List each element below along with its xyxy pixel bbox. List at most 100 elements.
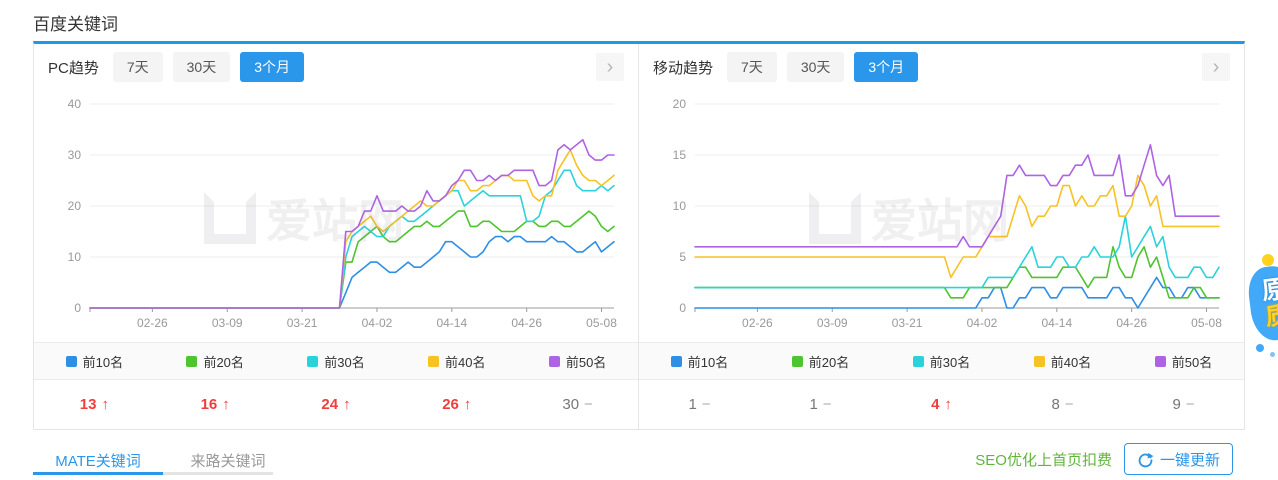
trend-dash-icon: − [1065,396,1074,413]
svg-text:0: 0 [74,301,81,315]
pc-trend-chart: 爱站网 01020304002-2603-0903-2104-0204-1404… [34,90,638,342]
mobile-next-button[interactable]: › [1202,53,1230,81]
trend-arrow-icon: ↑ [464,396,472,413]
svg-text:03-09: 03-09 [212,316,243,330]
mobile-top20-count: 1− [760,396,881,413]
baidu-keyword-panel: PC趋势 7天 30天 3个月 › 爱站网 01020304002-2603-0… [33,41,1245,430]
mobile-top40-count: 8− [1002,396,1123,413]
pc-legend-row: 前10名 前20名 前30名 前40名 前50名 [34,342,638,380]
trend-arrow-icon: ↑ [222,396,230,413]
svg-text:04-26: 04-26 [511,316,542,330]
pc-top30-count: 24↑ [276,396,397,413]
top30-color-swatch [307,356,318,367]
mobile-legend-row: 前10名 前20名 前30名 前40名 前50名 [639,342,1244,380]
chevron-right-icon: › [1213,56,1220,79]
top30-color-swatch [913,356,924,367]
pc-trend-header: PC趋势 7天 30天 3个月 › [34,44,638,90]
pc-legend-top20[interactable]: 前20名 [155,352,276,371]
footer-tab-underline [33,472,273,475]
pc-tab-3months[interactable]: 3个月 [240,52,304,82]
pc-top10-count: 13↑ [34,396,155,413]
pc-trend-label: PC趋势 [48,57,99,78]
svg-text:05-08: 05-08 [586,316,617,330]
mobile-legend-top20[interactable]: 前20名 [760,352,881,371]
sticker-dot [1262,254,1274,266]
svg-text:02-26: 02-26 [137,316,168,330]
top40-color-swatch [428,356,439,367]
trend-arrow-icon: ↑ [101,396,109,413]
trend-arrow-icon: ↑ [944,396,952,413]
mobile-trend-header: 移动趋势 7天 30天 3个月 › [639,44,1244,90]
sticker-blob: 原 质 [1246,263,1278,343]
pc-top50-count: 30− [517,396,638,413]
page-title: 百度关键词 [33,10,118,35]
pc-top40-count: 26↑ [396,396,517,413]
pc-legend-top10[interactable]: 前10名 [34,352,155,371]
svg-text:20: 20 [673,97,687,111]
top50-color-swatch [1155,356,1166,367]
trend-dash-icon: − [1186,396,1195,413]
svg-text:30: 30 [68,148,82,162]
svg-text:15: 15 [673,148,687,162]
svg-text:04-02: 04-02 [362,316,393,330]
pc-tab-30days[interactable]: 30天 [173,52,231,82]
promo-sticker[interactable]: 原 质 [1246,252,1278,360]
one-click-update-button[interactable]: 一键更新 [1124,443,1233,475]
svg-text:0: 0 [679,301,686,315]
top50-color-swatch [549,356,560,367]
pc-line-chart-svg: 0 10 20 30 40 02-26 03-09 03-21 04-02 04-14 04-26 0… [34,90,630,342]
mobile-legend-top50[interactable]: 前50名 [1123,352,1244,371]
svg-text:05-08: 05-08 [1191,316,1222,330]
pc-values-row: 13↑ 16↑ 24↑ 26↑ 30− [34,380,638,429]
pc-legend-top40[interactable]: 前40名 [396,352,517,371]
mobile-line-chart-svg: 0510152002-2603-0903-2104-0204-1404-2605… [639,90,1235,342]
svg-text:10: 10 [68,250,82,264]
tab-track [163,472,273,475]
svg-text:40: 40 [68,97,82,111]
trend-dash-icon: − [823,396,832,413]
pc-legend-top50[interactable]: 前50名 [517,352,638,371]
trend-dash-icon: − [584,396,593,413]
pc-tab-7days[interactable]: 7天 [113,52,163,82]
sticker-dot [1270,352,1275,357]
chevron-right-icon: › [607,56,614,79]
active-tab-indicator [33,472,163,475]
mobile-trend-section: 移动趋势 7天 30天 3个月 › 爱站网 0510152002-2603-09… [639,44,1244,429]
mobile-tab-30days[interactable]: 30天 [787,52,845,82]
svg-text:5: 5 [679,250,686,264]
svg-text:04-02: 04-02 [967,316,998,330]
mobile-top30-count: 4↑ [881,396,1002,413]
pc-next-button[interactable]: › [596,53,624,81]
pc-trend-section: PC趋势 7天 30天 3个月 › 爱站网 01020304002-2603-0… [34,44,639,429]
svg-text:04-14: 04-14 [1041,316,1072,330]
mobile-legend-top10[interactable]: 前10名 [639,352,760,371]
refresh-icon [1137,451,1154,468]
svg-text:04-14: 04-14 [436,316,467,330]
top10-color-swatch [66,356,77,367]
top20-color-swatch [792,356,803,367]
top40-color-swatch [1034,356,1045,367]
seo-fee-note: SEO优化上首页扣费 [975,449,1112,470]
svg-text:03-21: 03-21 [287,316,318,330]
mobile-tab-3months[interactable]: 3个月 [854,52,918,82]
mobile-legend-top30[interactable]: 前30名 [881,352,1002,371]
mobile-trend-label: 移动趋势 [653,57,713,78]
top20-color-swatch [186,356,197,367]
mobile-trend-chart: 爱站网 0510152002-2603-0903-2104-0204-1404-… [639,90,1244,342]
mobile-tab-7days[interactable]: 7天 [727,52,777,82]
mobile-top50-count: 9− [1123,396,1244,413]
svg-text:10: 10 [673,199,687,213]
svg-text:02-26: 02-26 [742,316,773,330]
mobile-values-row: 1− 1− 4↑ 8− 9− [639,380,1244,429]
svg-text:04-26: 04-26 [1116,316,1147,330]
mobile-legend-top40[interactable]: 前40名 [1002,352,1123,371]
top10-color-swatch [671,356,682,367]
svg-text:03-09: 03-09 [817,316,848,330]
trend-arrow-icon: ↑ [343,396,351,413]
mobile-top10-count: 1− [639,396,760,413]
svg-text:20: 20 [68,199,82,213]
pc-legend-top30[interactable]: 前30名 [276,352,397,371]
trend-dash-icon: − [702,396,711,413]
pc-top20-count: 16↑ [155,396,276,413]
sticker-dot [1256,344,1264,352]
